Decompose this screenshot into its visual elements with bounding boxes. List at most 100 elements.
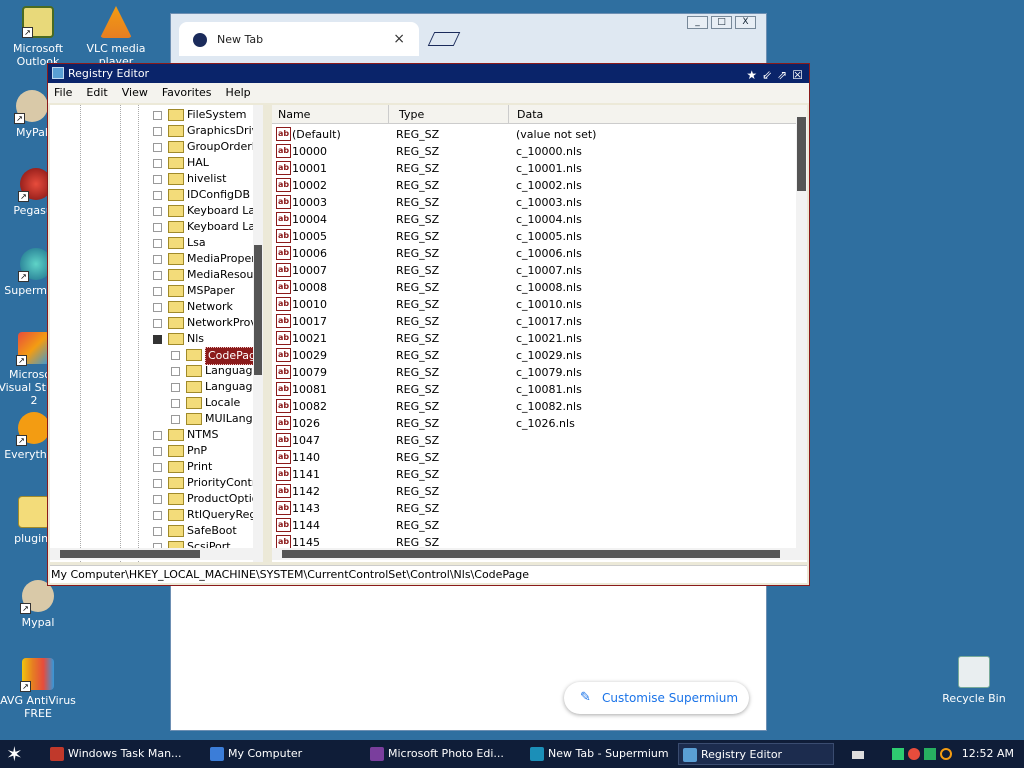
- tree-expander[interactable]: [153, 447, 162, 456]
- menu-favorites[interactable]: Favorites: [162, 83, 212, 103]
- desktop-icon-outlook[interactable]: ↗ Microsoft Outlook: [0, 6, 78, 68]
- tree-node[interactable]: PriorityContro: [50, 475, 262, 491]
- list-item[interactable]: ab 10029 REG_SZ c_10029.nls: [272, 347, 792, 364]
- tree-node[interactable]: CodePage: [50, 347, 262, 365]
- list-item[interactable]: ab 10005 REG_SZ c_10005.nls: [272, 228, 792, 245]
- tree-expander[interactable]: [153, 511, 162, 520]
- scrollbar-thumb[interactable]: [254, 245, 262, 375]
- tree-expander[interactable]: [153, 111, 162, 120]
- pin-button[interactable]: ★: [746, 66, 757, 85]
- close-button[interactable]: ☒: [792, 66, 803, 85]
- tree-node[interactable]: PnP: [50, 443, 255, 459]
- menu-edit[interactable]: Edit: [86, 83, 107, 103]
- list-item[interactable]: ab 1141 REG_SZ: [272, 466, 792, 483]
- tree-node[interactable]: Print: [50, 459, 255, 475]
- tree-expander[interactable]: [153, 143, 162, 152]
- search-icon[interactable]: [940, 748, 952, 760]
- tree-expander[interactable]: [153, 159, 162, 168]
- tree-node[interactable]: Locale: [50, 395, 255, 411]
- list-item[interactable]: ab 1144 REG_SZ: [272, 517, 792, 534]
- tray-red-icon[interactable]: [908, 748, 920, 760]
- list-item[interactable]: ab 1142 REG_SZ: [272, 483, 792, 500]
- tree-horizontal-scrollbar[interactable]: [50, 548, 263, 560]
- list-item[interactable]: ab 1026 REG_SZ c_1026.nls: [272, 415, 792, 432]
- list-item[interactable]: ab 10002 REG_SZ c_10002.nls: [272, 177, 792, 194]
- desktop-icon-avg[interactable]: ↗ AVG AntiVirus FREE: [0, 658, 78, 720]
- tree-expander[interactable]: [153, 287, 162, 296]
- list-item[interactable]: ab 1140 REG_SZ: [272, 449, 792, 466]
- start-button[interactable]: ✶: [6, 742, 23, 766]
- keyboard-icon[interactable]: [852, 751, 864, 759]
- tree-node[interactable]: ProductOptio: [50, 491, 259, 507]
- tree-expander[interactable]: [153, 335, 162, 344]
- tree-node[interactable]: FileSystem: [50, 107, 255, 123]
- list-item[interactable]: ab 10006 REG_SZ c_10006.nls: [272, 245, 792, 262]
- clock[interactable]: 12:52 AM: [962, 743, 1014, 765]
- tree-node[interactable]: HAL: [50, 155, 255, 171]
- close-button[interactable]: X: [735, 16, 756, 29]
- tree-expander[interactable]: [153, 479, 162, 488]
- column-header-data[interactable]: Data: [509, 105, 807, 124]
- desktop-icon-mypal-2[interactable]: ↗ Mypal: [0, 580, 78, 629]
- tree-vertical-scrollbar[interactable]: [253, 105, 263, 562]
- list-item[interactable]: ab 10003 REG_SZ c_10003.nls: [272, 194, 792, 211]
- tree-node[interactable]: RtlQueryRegi: [50, 507, 259, 523]
- tree-node[interactable]: MSPaper: [50, 283, 255, 299]
- column-header-name[interactable]: Name: [272, 105, 389, 124]
- tree-expander[interactable]: [153, 175, 162, 184]
- tree-expander[interactable]: [153, 527, 162, 536]
- desktop-icon-vlc[interactable]: VLC media player: [76, 6, 156, 68]
- list-item[interactable]: ab 10007 REG_SZ c_10007.nls: [272, 262, 792, 279]
- registry-tree[interactable]: FileSystem GraphicsDrive GroupOrderLi HAL hi…: [50, 105, 263, 562]
- tree-node[interactable]: MUILangu: [50, 411, 260, 427]
- tree-expander[interactable]: [153, 431, 162, 440]
- list-item[interactable]: ab 10081 REG_SZ c_10081.nls: [272, 381, 792, 398]
- new-tab-button[interactable]: [427, 32, 461, 46]
- taskbar-button[interactable]: Windows Task Man...: [46, 743, 196, 765]
- tree-node[interactable]: Lsa: [50, 235, 255, 251]
- tree-expander[interactable]: [153, 495, 162, 504]
- tree-expander[interactable]: [171, 351, 180, 360]
- tree-node[interactable]: Nls: [50, 331, 255, 347]
- tree-node[interactable]: GroupOrderLi: [50, 139, 261, 155]
- tree-node[interactable]: Language: [50, 379, 259, 395]
- list-horizontal-scrollbar[interactable]: [272, 548, 807, 560]
- maximize-button[interactable]: □: [711, 16, 732, 29]
- tree-node[interactable]: MediaResour: [50, 267, 258, 283]
- tree-expander[interactable]: [153, 303, 162, 312]
- tree-expander[interactable]: [153, 255, 162, 264]
- tree-expander[interactable]: [153, 207, 162, 216]
- tree-expander[interactable]: [171, 399, 180, 408]
- list-item[interactable]: ab 10021 REG_SZ c_10021.nls: [272, 330, 792, 347]
- tree-expander[interactable]: [171, 367, 180, 376]
- tree-node[interactable]: GraphicsDrive: [50, 123, 262, 139]
- list-item[interactable]: ab 10008 REG_SZ c_10008.nls: [272, 279, 792, 296]
- tray-network-icon[interactable]: [924, 748, 936, 760]
- list-item[interactable]: ab 1047 REG_SZ: [272, 432, 792, 449]
- tree-node[interactable]: Keyboard Lay: [50, 203, 262, 219]
- list-item[interactable]: ab 10017 REG_SZ c_10017.nls: [272, 313, 792, 330]
- minimize-button[interactable]: ⇙: [762, 66, 772, 85]
- tree-node[interactable]: Keyboard Lay: [50, 219, 262, 235]
- tree-expander[interactable]: [153, 223, 162, 232]
- tree-expander[interactable]: [153, 463, 162, 472]
- tree-expander[interactable]: [153, 319, 162, 328]
- close-tab-icon[interactable]: ×: [393, 31, 405, 47]
- list-item[interactable]: ab 10000 REG_SZ c_10000.nls: [272, 143, 792, 160]
- taskbar-button[interactable]: Registry Editor: [678, 743, 834, 765]
- minimize-button[interactable]: _: [687, 16, 708, 29]
- tree-expander[interactable]: [153, 191, 162, 200]
- tray-green-icon[interactable]: [892, 748, 904, 760]
- tree-node[interactable]: hivelist: [50, 171, 255, 187]
- menu-file[interactable]: File: [54, 83, 72, 103]
- taskbar-button[interactable]: My Computer: [206, 743, 356, 765]
- tree-node[interactable]: IDConfigDB: [50, 187, 255, 203]
- maximize-button[interactable]: ⇗: [777, 66, 787, 85]
- scrollbar-thumb[interactable]: [797, 117, 806, 191]
- browser-tab-new-tab[interactable]: New Tab ×: [179, 22, 419, 56]
- title-bar[interactable]: Registry Editor ★ ⇙ ⇗ ☒: [48, 64, 809, 83]
- tree-node[interactable]: SafeBoot: [50, 523, 255, 539]
- tree-expander[interactable]: [153, 127, 162, 136]
- scrollbar-thumb[interactable]: [60, 550, 200, 558]
- tree-node[interactable]: NetworkProvi: [50, 315, 260, 331]
